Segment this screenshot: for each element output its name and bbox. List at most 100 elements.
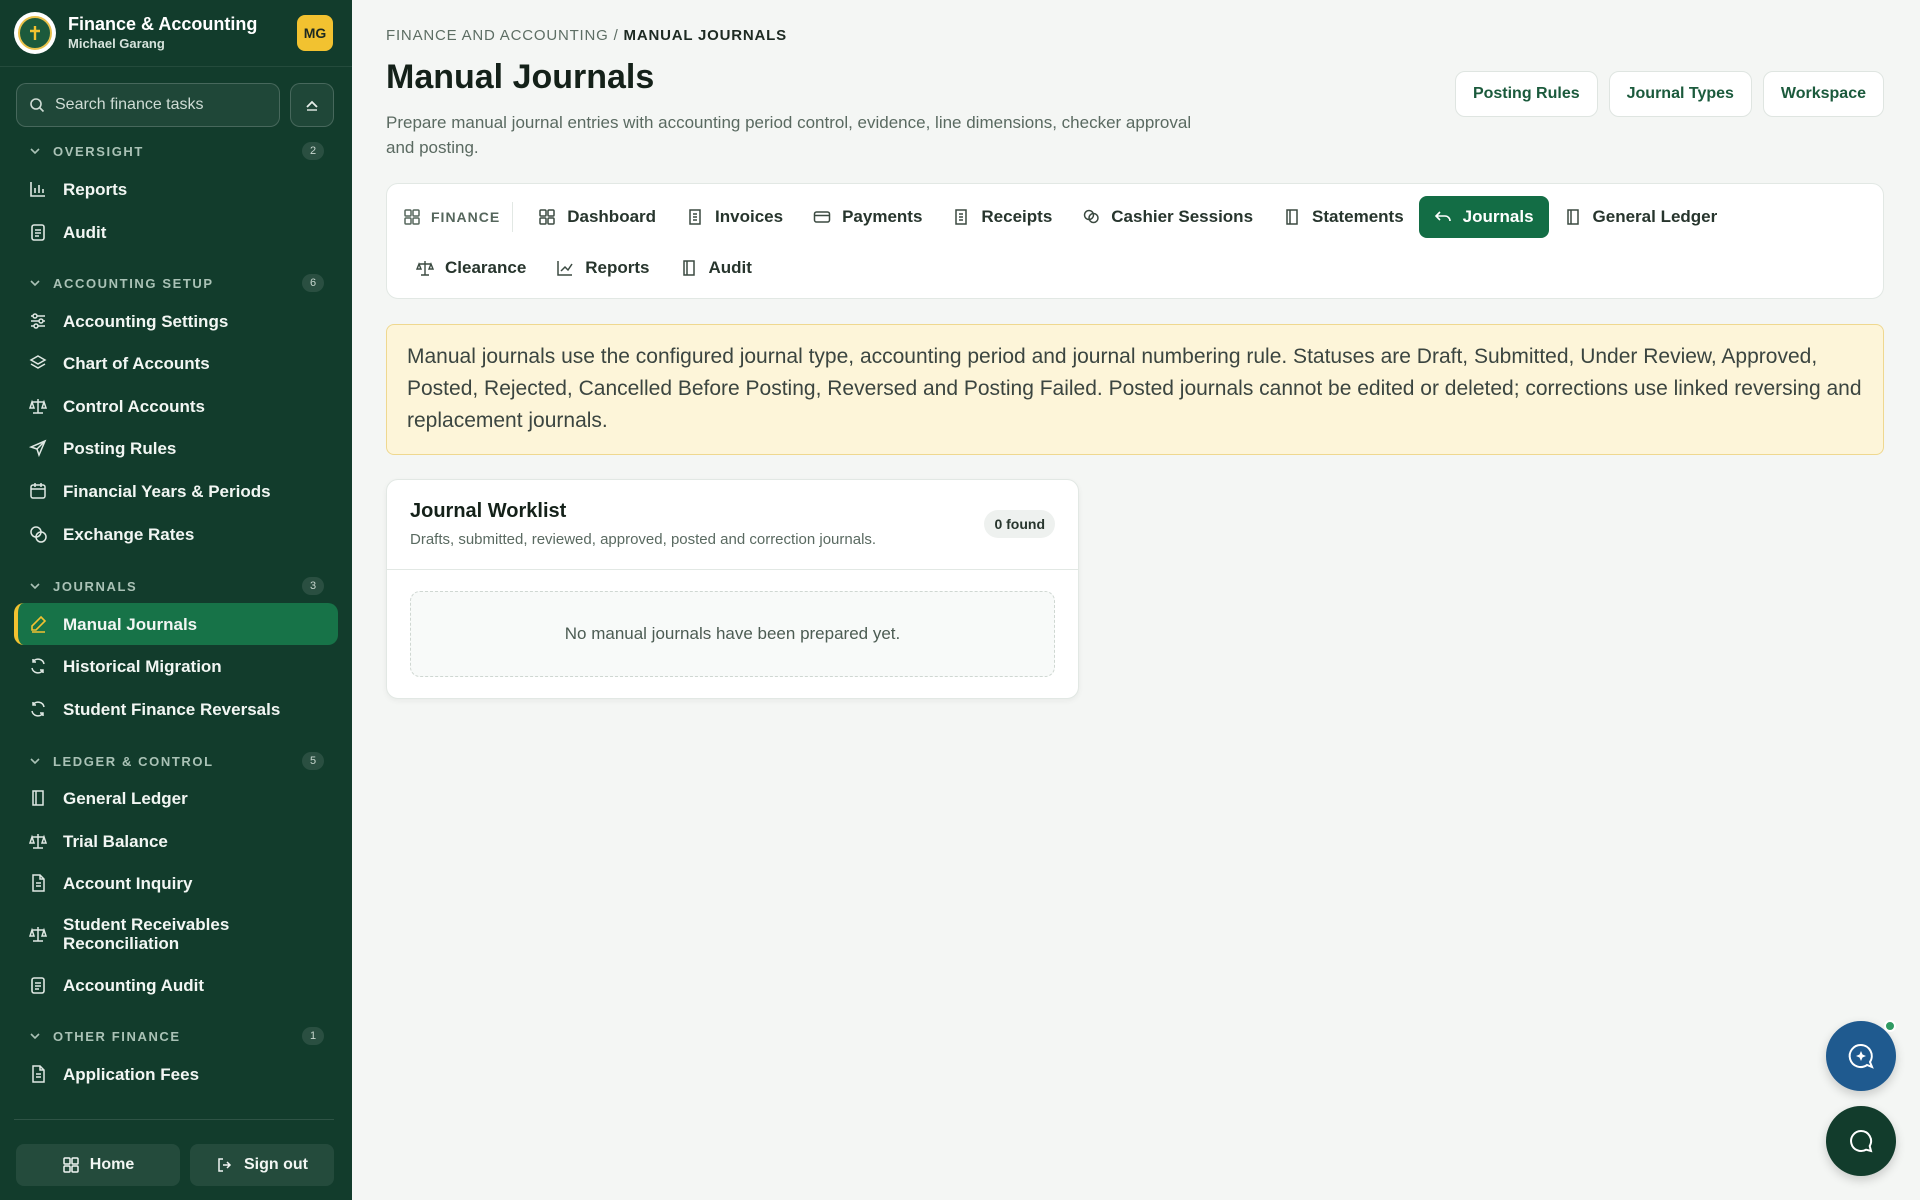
breadcrumb-current: MANUAL JOURNALS <box>623 27 787 44</box>
sign-out-icon <box>218 1158 232 1172</box>
sign-out-button[interactable]: Sign out <box>190 1144 334 1186</box>
page-description: Prepare manual journal entries with acco… <box>386 113 1192 157</box>
tab-row: FINANCE Dashboard Invoices Payments Rece… <box>387 196 1732 238</box>
group-accounting-setup-header[interactable]: ACCOUNTING SETUP 6 <box>28 273 324 293</box>
coins-icon <box>1084 209 1100 224</box>
file-text-icon <box>32 874 45 892</box>
sparkle-chat-icon <box>1848 1043 1874 1069</box>
clipboard-icon <box>31 977 45 994</box>
grid-icon <box>539 209 555 225</box>
scale-icon <box>28 927 48 942</box>
chevron-up-icon <box>306 100 318 111</box>
tab-receipts[interactable]: Receipts <box>937 196 1067 238</box>
online-status-dot <box>1884 1020 1896 1032</box>
layers-icon <box>29 355 47 369</box>
chat-icon <box>1850 1129 1873 1153</box>
tab-statements[interactable]: Statements <box>1268 196 1419 238</box>
tab-journals[interactable]: Journals <box>1418 196 1549 238</box>
sidebar-item-exchange-rates[interactable]: Exchange Rates <box>14 513 338 555</box>
worklist-subtitle: Drafts, submitted, reviewed, approved, p… <box>410 531 877 548</box>
home-button[interactable]: Home <box>16 1144 180 1186</box>
university-logo <box>14 12 56 54</box>
scale-icon <box>28 834 48 849</box>
scale-icon <box>416 261 434 276</box>
divider <box>14 1119 334 1120</box>
chevron-down-icon <box>30 148 40 155</box>
tab-invoices[interactable]: Invoices <box>671 196 798 238</box>
tab-cashier-sessions[interactable]: Cashier Sessions <box>1067 196 1268 238</box>
receipt-icon <box>955 209 968 225</box>
worklist-title: Journal Worklist <box>410 500 567 522</box>
sidebar-item-manual-journals[interactable]: Manual Journals <box>14 603 338 645</box>
search-icon <box>29 97 45 113</box>
book-icon <box>1286 209 1298 225</box>
sidebar-item-posting-rules[interactable]: Posting Rules <box>14 427 338 469</box>
workspace-button[interactable]: Workspace <box>1762 71 1884 117</box>
group-other-finance-header[interactable]: OTHER FINANCE 1 <box>28 1026 324 1046</box>
bar-chart-icon <box>30 182 45 197</box>
search-input[interactable] <box>55 96 265 114</box>
file-text-icon <box>32 1065 45 1083</box>
group-count-badge: 3 <box>302 577 324 595</box>
undo-icon <box>1434 211 1451 222</box>
sidebar-item-application-fees[interactable]: Application Fees <box>14 1053 338 1095</box>
collapse-all-button[interactable] <box>290 83 334 127</box>
receipt-icon <box>689 209 701 225</box>
divider <box>387 569 1078 570</box>
group-count-badge: 5 <box>302 752 324 770</box>
sidebar-item-control-accounts[interactable]: Control Accounts <box>14 385 338 427</box>
tab-audit[interactable]: Audit <box>665 247 767 289</box>
chat-button[interactable] <box>1826 1106 1896 1176</box>
tab-dashboard[interactable]: Dashboard <box>523 196 671 238</box>
group-oversight-header[interactable]: OVERSIGHT 2 <box>28 141 324 161</box>
grid-icon <box>404 209 420 225</box>
sidebar-item-student-finance-reversals[interactable]: Student Finance Reversals <box>14 688 338 730</box>
journal-types-button[interactable]: Journal Types <box>1608 71 1752 117</box>
refresh-icon <box>31 658 45 674</box>
page-actions: Posting Rules Journal Types Workspace <box>1454 71 1884 117</box>
avatar[interactable]: MG <box>297 15 333 51</box>
tab-row: Clearance Reports Audit <box>401 247 767 289</box>
tab-clearance[interactable]: Clearance <box>401 247 541 289</box>
breadcrumb-separator: / <box>608 27 624 44</box>
sidebar-item-financial-years-periods[interactable]: Financial Years & Periods <box>14 470 338 512</box>
group-journals-header[interactable]: JOURNALS 3 <box>28 576 324 596</box>
info-notice: Manual journals use the configured journ… <box>386 324 1884 455</box>
group-count-badge: 2 <box>302 142 324 160</box>
sidebar-item-account-inquiry[interactable]: Account Inquiry <box>14 862 338 904</box>
refresh-icon <box>31 701 45 717</box>
sidebar: Finance & Accounting Michael Garang MG O… <box>0 0 352 1200</box>
credit-card-icon <box>813 211 831 223</box>
posting-rules-button[interactable]: Posting Rules <box>1454 71 1598 117</box>
main-content: FINANCE AND ACCOUNTING / MANUAL JOURNALS… <box>352 0 1920 1200</box>
breadcrumb-parent[interactable]: FINANCE AND ACCOUNTING <box>386 27 609 44</box>
tab-reports[interactable]: Reports <box>541 247 664 289</box>
tab-general-ledger[interactable]: General Ledger <box>1549 196 1733 238</box>
sidebar-item-chart-of-accounts[interactable]: Chart of Accounts <box>14 342 338 384</box>
calendar-icon <box>30 483 46 499</box>
grid-icon <box>63 1157 79 1173</box>
sidebar-item-student-receivables-reconciliation[interactable]: Student Receivables Reconciliation <box>14 905 338 963</box>
sidebar-item-accounting-settings[interactable]: Accounting Settings <box>14 300 338 342</box>
sidebar-item-accounting-audit[interactable]: Accounting Audit <box>14 964 338 1006</box>
chevron-down-icon <box>30 758 40 765</box>
sidebar-item-reports[interactable]: Reports <box>14 168 338 210</box>
sidebar-item-historical-migration[interactable]: Historical Migration <box>14 645 338 687</box>
brand-header: Finance & Accounting Michael Garang MG <box>14 12 334 54</box>
sidebar-item-audit[interactable]: Audit <box>14 211 338 253</box>
group-count-badge: 6 <box>302 274 324 292</box>
app-title: Finance & Accounting <box>68 14 258 34</box>
send-icon <box>28 439 47 458</box>
tab-payments[interactable]: Payments <box>798 196 937 238</box>
tabs-section-label: FINANCE <box>387 202 514 232</box>
search-box <box>16 83 280 127</box>
sidebar-item-general-ledger[interactable]: General Ledger <box>14 777 338 819</box>
book-icon <box>1566 209 1579 225</box>
ai-assistant-button[interactable] <box>1826 1021 1896 1091</box>
sidebar-item-trial-balance[interactable]: Trial Balance <box>14 820 338 862</box>
empty-state: No manual journals have been prepared ye… <box>410 591 1055 677</box>
book-icon <box>32 790 44 806</box>
breadcrumb: FINANCE AND ACCOUNTING / MANUAL JOURNALS <box>386 27 787 44</box>
chevron-down-icon <box>30 1033 40 1040</box>
group-ledger-control-header[interactable]: LEDGER & CONTROL 5 <box>28 751 324 771</box>
